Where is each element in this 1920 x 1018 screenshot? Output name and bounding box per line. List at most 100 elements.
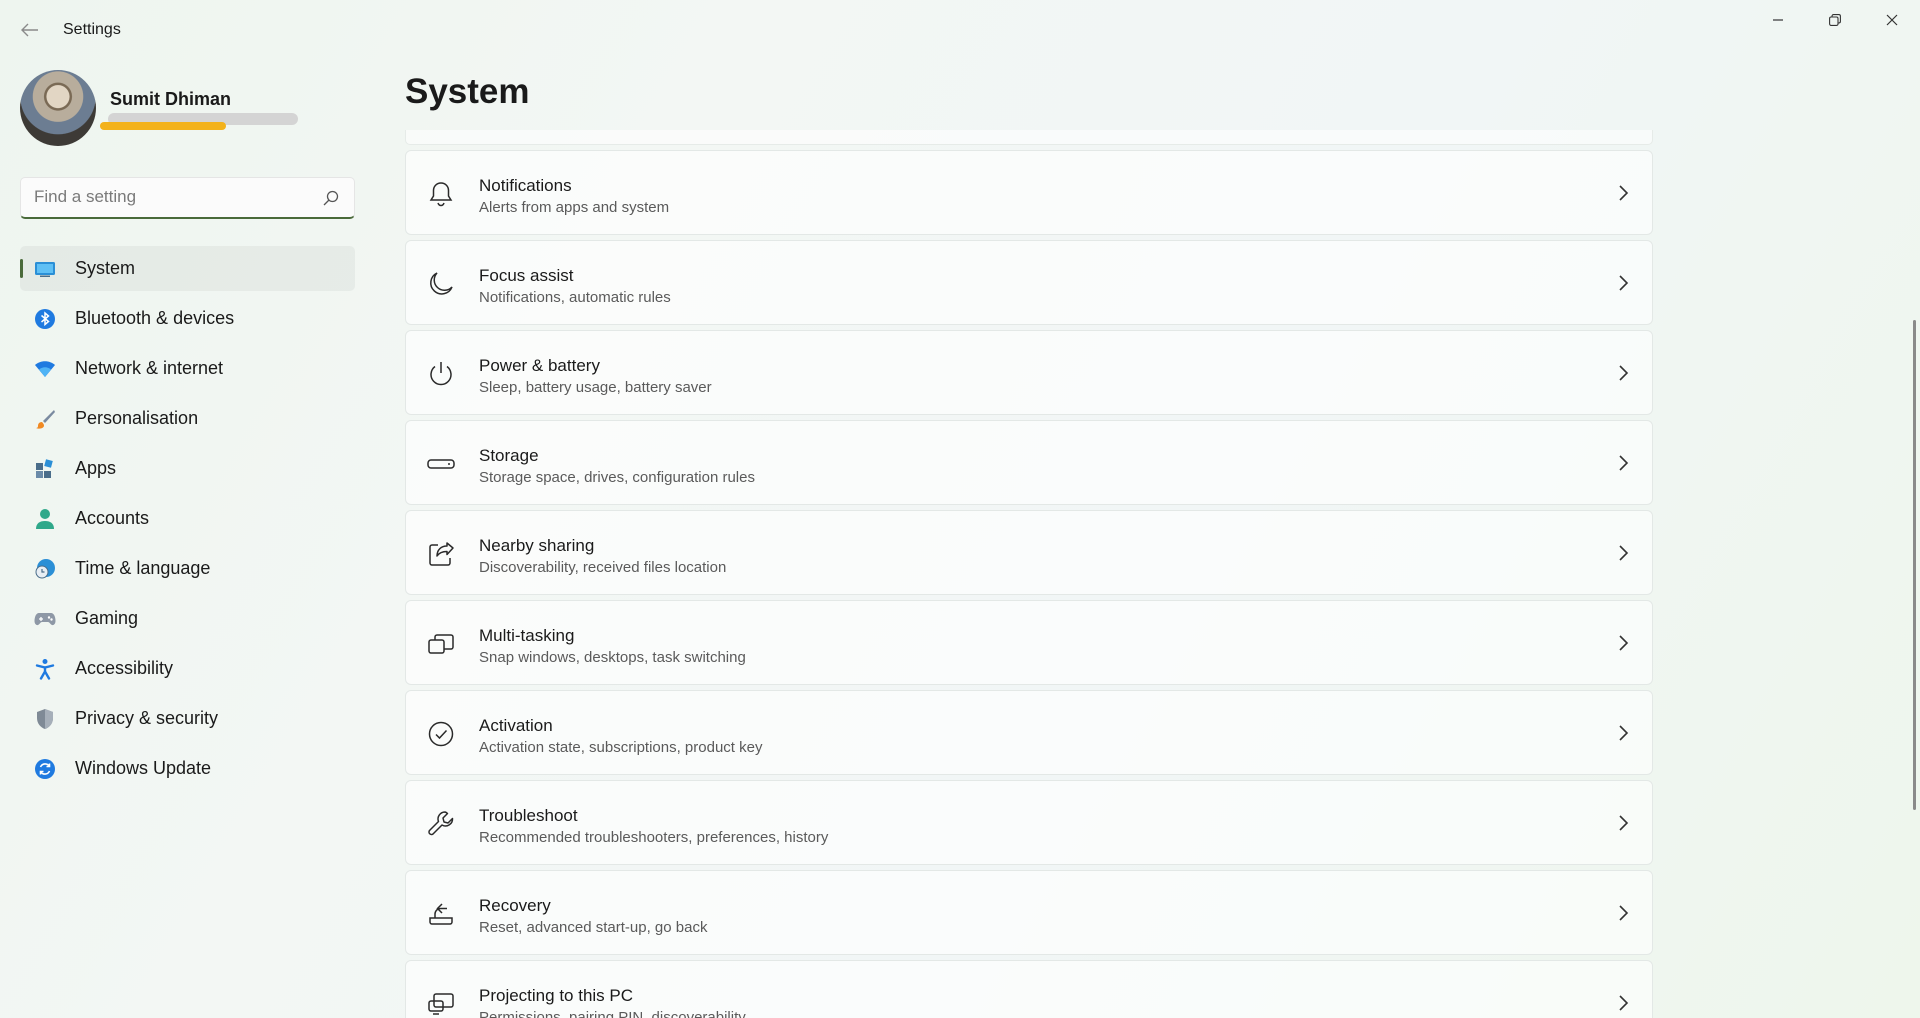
card-subtitle: Permissions, pairing PIN, discoverabilit…	[479, 1009, 746, 1018]
chevron-right-icon	[1619, 545, 1629, 561]
chevron-right-icon	[1619, 725, 1629, 741]
restore-button[interactable]	[1806, 0, 1863, 40]
sidebar-item-label: Time & language	[75, 558, 211, 578]
card-title: Projecting to this PC	[479, 986, 634, 1005]
card-subtitle: Snap windows, desktops, task switching	[479, 649, 746, 666]
profile-name: Sumit Dhiman	[110, 89, 232, 109]
recovery-icon	[429, 903, 453, 925]
sidebar-item-windows-update[interactable]: Windows Update	[20, 746, 355, 791]
restore-icon	[1828, 14, 1841, 26]
card-partial-top[interactable]	[405, 130, 1653, 145]
card-subtitle: Recommended troubleshooters, preferences…	[479, 829, 829, 846]
back-arrow-icon	[21, 23, 38, 37]
search-icon[interactable]	[322, 189, 340, 207]
sidebar-item-gaming[interactable]: Gaming	[20, 596, 355, 641]
card-subtitle: Notifications, automatic rules	[479, 289, 671, 306]
minimize-button[interactable]	[1749, 0, 1806, 40]
sidebar-item-privacy[interactable]: Privacy & security	[20, 696, 355, 741]
back-button[interactable]	[16, 16, 44, 44]
card-title: Notifications	[479, 176, 572, 195]
card-title: Nearby sharing	[479, 536, 595, 555]
card-troubleshoot[interactable]: Troubleshoot Recommended troubleshooters…	[405, 780, 1653, 865]
sidebar-item-system[interactable]: System	[20, 246, 355, 291]
shield-icon	[34, 708, 56, 730]
card-subtitle: Storage space, drives, configuration rul…	[479, 469, 755, 486]
card-subtitle: Sleep, battery usage, battery saver	[479, 379, 712, 396]
sidebar-item-apps[interactable]: Apps	[20, 446, 355, 491]
apps-icon	[34, 458, 56, 480]
sidebar-item-personalisation[interactable]: Personalisation	[20, 396, 355, 441]
chevron-right-icon	[1619, 815, 1629, 831]
sidebar-item-label: Personalisation	[75, 408, 199, 428]
storage-icon	[427, 459, 455, 469]
sidebar-item-label: Accounts	[75, 508, 150, 528]
search-input[interactable]	[21, 178, 301, 216]
card-subtitle: Reset, advanced start-up, go back	[479, 919, 708, 936]
card-title: Focus assist	[479, 266, 574, 285]
sidebar-item-time-language[interactable]: Time & language	[20, 546, 355, 591]
card-subtitle: Alerts from apps and system	[479, 199, 670, 216]
card-subtitle: Discoverability, received files location	[479, 559, 727, 576]
sidebar-item-label: Privacy & security	[75, 708, 219, 728]
accessibility-icon	[34, 658, 56, 680]
moon-icon	[430, 272, 453, 295]
multitask-icon	[428, 634, 454, 654]
title-bar: Settings	[0, 0, 1920, 60]
card-subtitle: Activation state, subscriptions, product…	[479, 739, 763, 756]
close-button[interactable]	[1863, 0, 1920, 40]
chevron-right-icon	[1619, 995, 1629, 1011]
card-notifications[interactable]: Notifications Alerts from apps and syste…	[405, 150, 1653, 235]
card-title: Power & battery	[479, 356, 600, 375]
chevron-right-icon	[1619, 455, 1629, 471]
sidebar-item-label: System	[75, 258, 136, 278]
sidebar-item-label: Apps	[75, 458, 117, 478]
sidebar-item-label: Gaming	[75, 608, 139, 628]
app-title: Settings	[63, 21, 121, 38]
wifi-icon	[34, 358, 56, 380]
card-activation[interactable]: Activation Activation state, subscriptio…	[405, 690, 1653, 775]
card-multi-tasking[interactable]: Multi-tasking Snap windows, desktops, ta…	[405, 600, 1653, 685]
user-profile[interactable]: Sumit Dhiman	[20, 70, 360, 146]
check-circle-icon	[428, 721, 454, 747]
card-nearby-sharing[interactable]: Nearby sharing Discoverability, received…	[405, 510, 1653, 595]
avatar	[20, 70, 96, 146]
update-icon	[34, 758, 56, 780]
globe-clock-icon	[34, 558, 56, 580]
page-title: System	[405, 72, 530, 111]
sidebar-nav: System Bluetooth & devices Network & int…	[20, 246, 355, 796]
sidebar-item-label: Windows Update	[75, 758, 212, 778]
card-title: Multi-tasking	[479, 626, 575, 645]
card-storage[interactable]: Storage Storage space, drives, configura…	[405, 420, 1653, 505]
scrollbar-thumb[interactable]	[1913, 320, 1916, 810]
sidebar-item-label: Bluetooth & devices	[75, 308, 235, 328]
chevron-right-icon	[1619, 635, 1629, 651]
sidebar-item-accounts[interactable]: Accounts	[20, 496, 355, 541]
card-power-battery[interactable]: Power & battery Sleep, battery usage, ba…	[405, 330, 1653, 415]
system-icon	[34, 258, 56, 280]
chevron-right-icon	[1619, 185, 1629, 201]
card-title: Activation	[479, 716, 553, 735]
card-projecting[interactable]: Projecting to this PC Permissions, pairi…	[405, 960, 1653, 1018]
person-icon	[34, 508, 56, 530]
window-controls	[1749, 0, 1920, 40]
settings-list: Notifications Alerts from apps and syste…	[405, 130, 1655, 1018]
chevron-right-icon	[1619, 365, 1629, 381]
card-title: Recovery	[479, 896, 551, 915]
sidebar-item-label: Accessibility	[75, 658, 174, 678]
bell-icon	[429, 182, 453, 207]
share-icon	[429, 542, 454, 566]
card-title: Storage	[479, 446, 539, 465]
sidebar-item-bluetooth[interactable]: Bluetooth & devices	[20, 296, 355, 341]
sidebar-item-accessibility[interactable]: Accessibility	[20, 646, 355, 691]
sidebar-item-label: Network & internet	[75, 358, 224, 378]
minimize-icon	[1772, 19, 1783, 21]
gamepad-icon	[34, 608, 56, 630]
chevron-right-icon	[1619, 275, 1629, 291]
bluetooth-icon	[34, 308, 56, 330]
power-icon	[430, 362, 452, 386]
card-recovery[interactable]: Recovery Reset, advanced start-up, go ba…	[405, 870, 1653, 955]
brush-icon	[34, 408, 56, 430]
card-focus-assist[interactable]: Focus assist Notifications, automatic ru…	[405, 240, 1653, 325]
search-box[interactable]	[20, 177, 355, 219]
sidebar-item-network[interactable]: Network & internet	[20, 346, 355, 391]
